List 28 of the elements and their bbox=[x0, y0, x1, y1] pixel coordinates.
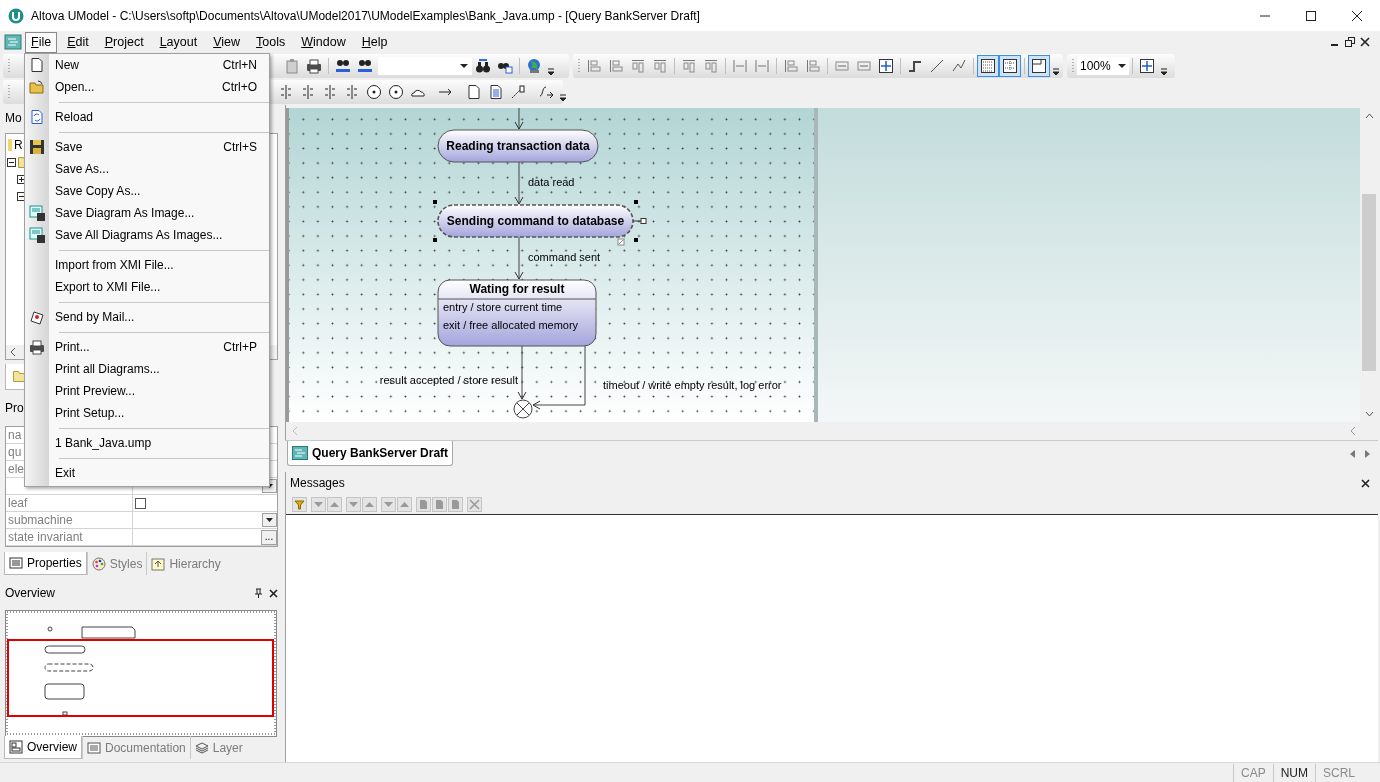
shortcut-label: Ctrl+N bbox=[222, 57, 257, 74]
state-activity: entry / store current time bbox=[443, 301, 563, 313]
state-activity: exit / free allocated memory bbox=[443, 319, 579, 331]
panel-title: Messages bbox=[290, 475, 345, 492]
shortcut-label: Ctrl+P bbox=[223, 339, 257, 356]
panel-title: Pro bbox=[5, 400, 24, 417]
zoom-value: 100% bbox=[1080, 58, 1111, 75]
property-name: submachine bbox=[8, 513, 73, 527]
state-name: Reading transaction data bbox=[446, 139, 590, 153]
state-name: Sending command to database bbox=[446, 214, 625, 228]
property-name: ele bbox=[8, 462, 24, 476]
status-indicator: NUM bbox=[1272, 763, 1315, 782]
state-name: Wating for result bbox=[469, 282, 565, 296]
panel-title: Overview bbox=[5, 585, 55, 602]
transition-label: data read bbox=[528, 176, 575, 188]
panel-title: Mo bbox=[5, 110, 22, 127]
status-indicator: CAP bbox=[1232, 763, 1273, 782]
transition-label: result accepted / store result bbox=[379, 374, 518, 386]
shortcut-label: Ctrl+O bbox=[222, 79, 257, 96]
property-name: state invariant bbox=[8, 530, 83, 544]
property-name: qu bbox=[8, 445, 22, 459]
property-name: leaf bbox=[8, 496, 28, 510]
shortcut-label: Ctrl+S bbox=[223, 139, 257, 156]
transition-label: timeout / write empty result, log error bbox=[603, 379, 782, 391]
property-name: na bbox=[8, 428, 22, 442]
transition-label: command sent bbox=[528, 251, 601, 263]
window-title: Altova UModel - C:\Users\softp\Documents\Altova\UModel2017\UModelExamples\Bank_Java.ump - [Query BankServer Draft] bbox=[31, 7, 700, 25]
status-indicator: SCRL bbox=[1315, 763, 1362, 782]
